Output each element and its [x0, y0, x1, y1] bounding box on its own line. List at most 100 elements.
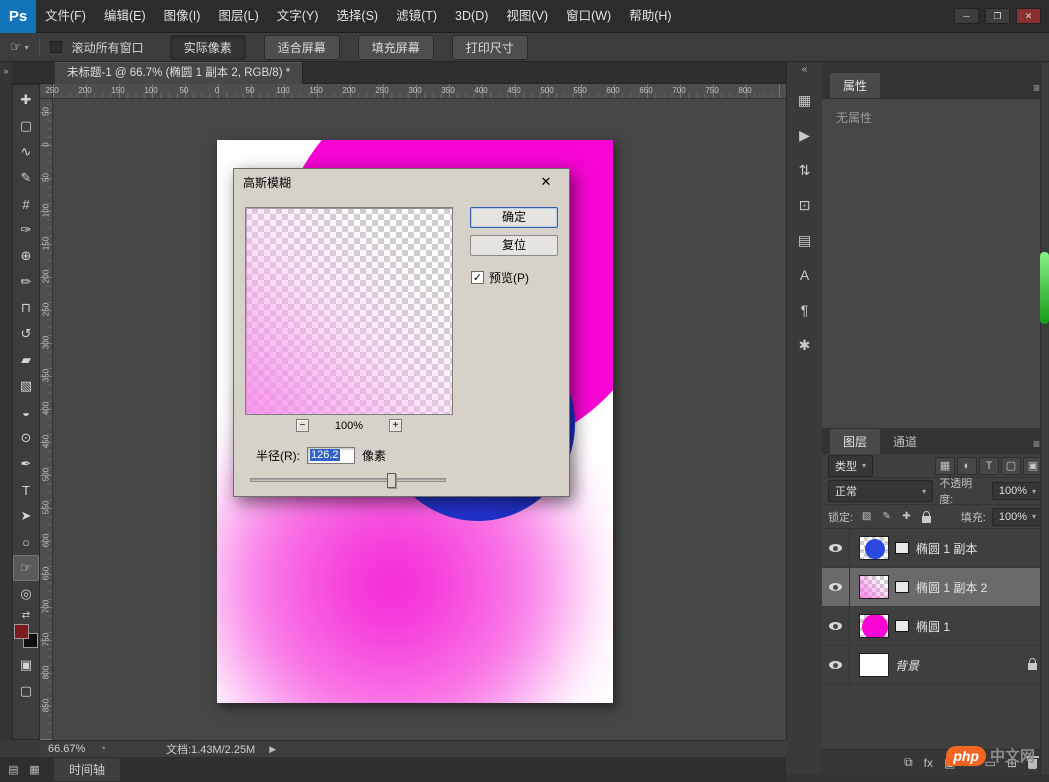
- filter-adjustment-layers-icon[interactable]: ◐: [957, 456, 977, 475]
- zoom-out-button[interactable]: −: [295, 419, 309, 432]
- options-button[interactable]: 打印尺寸: [451, 34, 528, 60]
- tab-properties[interactable]: 属性: [830, 73, 881, 98]
- layer-row[interactable]: 背景: [822, 646, 1049, 685]
- filter-type-layers-icon[interactable]: T: [979, 456, 999, 475]
- opacity-select[interactable]: 100% ▾: [991, 482, 1043, 500]
- type-tool[interactable]: T: [13, 477, 39, 503]
- layer-name[interactable]: 椭圆 1 副本 2: [916, 579, 987, 596]
- menu-item[interactable]: 图层(L): [209, 0, 267, 33]
- filter-pixel-layers-icon[interactable]: ▦: [935, 456, 955, 475]
- clone-stamp-tool[interactable]: ⊓: [13, 295, 39, 321]
- quick-mask-button[interactable]: ▣: [13, 652, 39, 678]
- crop-tool[interactable]: #: [13, 191, 39, 217]
- scrollbar-thumb[interactable]: [1040, 252, 1049, 324]
- clone-source-panel-icon[interactable]: ⊡: [792, 192, 818, 218]
- blend-mode-select[interactable]: 正常 ▾: [828, 480, 934, 502]
- close-button[interactable]: ✕: [1016, 8, 1041, 24]
- vertical-ruler[interactable]: 50 0 50 100 150 200 250 300 350 400 450 500 550 600 65…: [40, 99, 53, 740]
- hand-tool[interactable]: ☞: [13, 555, 39, 581]
- tool-preset-picker[interactable]: ☞ ▾: [10, 39, 29, 55]
- screen-mode-button[interactable]: ▢: [13, 678, 39, 704]
- reset-button[interactable]: 复位: [470, 235, 558, 256]
- menu-item[interactable]: 3D(D): [446, 0, 497, 33]
- zoom-in-button[interactable]: +: [389, 419, 403, 432]
- scroll-all-windows-checkbox[interactable]: [49, 41, 62, 53]
- layer-name[interactable]: 背景: [895, 657, 919, 674]
- visibility-toggle[interactable]: [822, 646, 850, 684]
- menu-item[interactable]: 帮助(H): [620, 0, 680, 33]
- visibility-toggle[interactable]: [822, 529, 850, 567]
- status-icon[interactable]: ◔: [99, 743, 106, 755]
- lasso-tool[interactable]: ∿: [13, 139, 39, 165]
- layer-row[interactable]: 椭圆 1: [822, 607, 1049, 646]
- link-layers-icon[interactable]: ⧉: [904, 755, 913, 770]
- expand-panels-icon[interactable]: «: [787, 62, 822, 78]
- filter-type-select[interactable]: 类型 ▾: [828, 454, 874, 477]
- menu-item[interactable]: 选择(S): [327, 0, 387, 33]
- eraser-tool[interactable]: ▰: [13, 347, 39, 373]
- swap-colors-icon[interactable]: ⇄: [22, 610, 30, 621]
- layer-thumbnail[interactable]: [859, 536, 889, 560]
- layer-row[interactable]: 椭圆 1 副本 2: [822, 568, 1049, 607]
- quick-selection-tool[interactable]: ✎: [13, 165, 39, 191]
- healing-brush-tool[interactable]: ⊕: [13, 243, 39, 269]
- options-button[interactable]: 适合屏幕: [263, 34, 340, 60]
- zoom-tool[interactable]: ◎: [13, 581, 39, 607]
- tab-layers[interactable]: 图层: [830, 429, 881, 454]
- marquee-tool[interactable]: ▢: [13, 113, 39, 139]
- fill-select[interactable]: 100% ▾: [991, 507, 1043, 526]
- layer-name[interactable]: 椭圆 1: [916, 618, 950, 635]
- restore-button[interactable]: ❐: [985, 8, 1010, 24]
- brush-tool[interactable]: ✏: [13, 269, 39, 295]
- foreground-color-swatch[interactable]: [14, 624, 29, 639]
- menu-item[interactable]: 图像(I): [155, 0, 210, 33]
- tab-channels[interactable]: 通道: [880, 429, 930, 454]
- corner-icon-1[interactable]: ▤: [6, 762, 21, 778]
- radius-slider[interactable]: [250, 473, 446, 488]
- menu-item[interactable]: 窗口(W): [557, 0, 620, 33]
- minimize-button[interactable]: ─: [954, 8, 979, 24]
- dodge-tool[interactable]: ⊙: [13, 425, 39, 451]
- eyedropper-tool[interactable]: ✑: [13, 217, 39, 243]
- corner-icon-2[interactable]: ▦: [27, 762, 42, 778]
- filter-shape-layers-icon[interactable]: ▢: [1001, 456, 1021, 475]
- menu-item[interactable]: 编辑(E): [95, 0, 155, 33]
- dialog-title-bar[interactable]: 高斯模糊 ✕: [234, 169, 569, 195]
- scrollbar-track[interactable]: [1040, 62, 1049, 775]
- layer-name[interactable]: 椭圆 1 副本: [916, 540, 977, 557]
- move-tool[interactable]: ✚: [13, 87, 39, 113]
- lock-position-icon[interactable]: ✚: [899, 509, 914, 524]
- history-brush-tool[interactable]: ↺: [13, 321, 39, 347]
- tab-timeline[interactable]: 时间轴: [54, 758, 121, 781]
- info-panel-icon[interactable]: ▤: [792, 227, 818, 253]
- layer-effects-icon[interactable]: fx: [924, 756, 933, 770]
- blur-tool[interactable]: ◒: [13, 399, 39, 425]
- horizontal-ruler[interactable]: 250 200 150 100 50 0 50 100 150 200 250 300 350 400 45…: [45, 84, 786, 99]
- slider-thumb[interactable]: [387, 473, 396, 488]
- tools-collapse-strip[interactable]: »: [0, 62, 12, 740]
- options-button[interactable]: 实际像素: [169, 34, 246, 60]
- menu-item[interactable]: 滤镜(T): [387, 0, 446, 33]
- ellipse-tool[interactable]: ○: [13, 529, 39, 555]
- document-tab[interactable]: 未标题-1 @ 66.7% (椭圆 1 副本 2, RGB/8) *: [55, 62, 304, 84]
- lock-all-icon[interactable]: [919, 509, 934, 524]
- options-button[interactable]: 填充屏幕: [357, 34, 434, 60]
- layer-thumbnail[interactable]: [859, 653, 889, 677]
- paragraph-panel-icon[interactable]: ¶: [792, 297, 818, 323]
- tool-presets-panel-icon[interactable]: ✱: [792, 332, 818, 358]
- radius-input[interactable]: 126.2: [307, 447, 355, 464]
- zoom-level-field[interactable]: 66.67%: [48, 743, 85, 755]
- menu-item[interactable]: 文件(F): [36, 0, 95, 33]
- menu-item[interactable]: 视图(V): [497, 0, 557, 33]
- menu-item[interactable]: 文字(Y): [268, 0, 328, 33]
- visibility-toggle[interactable]: [822, 607, 850, 645]
- preview-checkbox[interactable]: ✓: [471, 271, 484, 284]
- lock-transparency-icon[interactable]: ▨: [859, 509, 874, 524]
- gradient-tool[interactable]: ▧: [13, 373, 39, 399]
- layer-row[interactable]: 椭圆 1 副本: [822, 529, 1049, 568]
- actions-panel-icon[interactable]: ▶: [792, 122, 818, 148]
- path-selection-tool[interactable]: ➤: [13, 503, 39, 529]
- brush-panel-icon[interactable]: ⇅: [792, 157, 818, 183]
- lock-pixels-icon[interactable]: ✎: [879, 509, 894, 524]
- adjustments-panel-icon[interactable]: ▦: [792, 87, 818, 113]
